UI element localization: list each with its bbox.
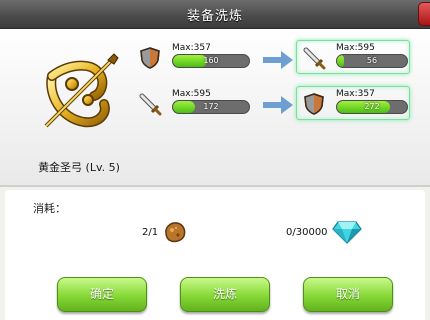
arrow-right-icon xyxy=(263,96,293,114)
cancel-button[interactable]: 取消 xyxy=(303,277,393,312)
stat-value: 56 xyxy=(366,56,378,65)
stat-bar: 56 xyxy=(336,54,408,68)
diamond-icon xyxy=(332,221,362,244)
refine-button[interactable]: 洗炼 xyxy=(180,277,270,312)
ore-amount: 2/1 xyxy=(142,227,159,238)
max-label: Max:595 xyxy=(336,43,375,53)
cost-label: 消耗： xyxy=(33,202,66,215)
shield-icon xyxy=(140,47,160,69)
close-button[interactable] xyxy=(418,2,430,26)
window-title: 装备洗炼 xyxy=(186,9,243,24)
stat-bar: 172 xyxy=(172,100,250,114)
ore-icon xyxy=(165,222,186,243)
sword-icon xyxy=(139,93,162,116)
stat-bar: 160 xyxy=(172,54,250,68)
max-label: Max:595 xyxy=(172,89,211,99)
stat-value: 160 xyxy=(203,56,219,65)
item-name: 黄金圣弓 (Lv. 5) xyxy=(38,161,120,174)
stat-bar: 272 xyxy=(336,100,408,114)
title-bar: 装备洗炼 xyxy=(0,0,430,29)
stat-value: 272 xyxy=(364,102,380,111)
max-label: Max:357 xyxy=(172,43,211,53)
confirm-button[interactable]: 确定 xyxy=(57,277,147,312)
shield-icon xyxy=(304,93,324,115)
sword-icon xyxy=(303,47,326,70)
max-label: Max:357 xyxy=(336,89,375,99)
golden-bow-icon xyxy=(44,53,119,128)
gem-amount: 0/30000 xyxy=(286,227,328,238)
arrow-right-icon xyxy=(263,51,293,69)
stat-value: 172 xyxy=(203,102,219,111)
